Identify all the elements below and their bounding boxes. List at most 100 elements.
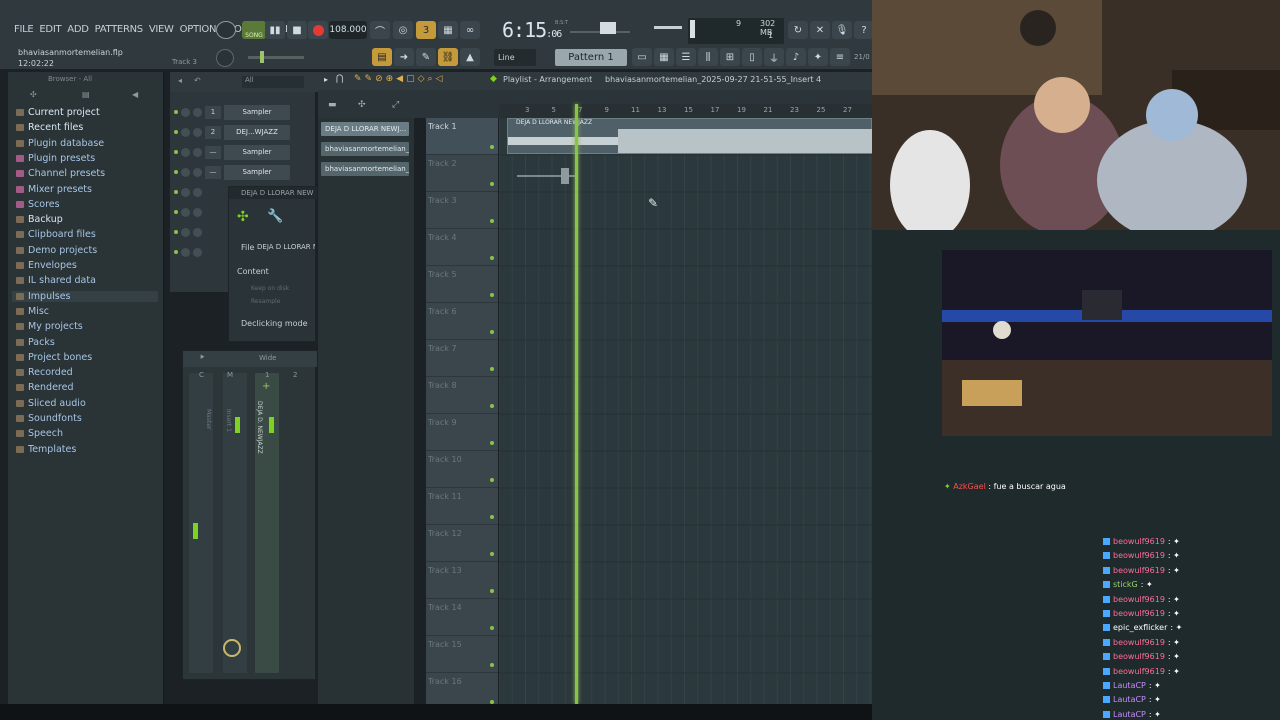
track-header[interactable]: Track 5 — [426, 266, 498, 303]
hint-icon[interactable] — [216, 21, 236, 39]
browser-item[interactable]: Plugin database — [16, 138, 104, 149]
track-header[interactable]: Track 11 — [426, 488, 498, 525]
track-header[interactable]: Track 14 — [426, 599, 498, 636]
track-mute-led[interactable] — [490, 330, 494, 334]
channel-row[interactable]: — Sampler — [174, 144, 290, 160]
stamp-icon[interactable]: ▲ — [460, 48, 480, 66]
browser-item[interactable]: Impulses — [12, 290, 158, 302]
playlist-arrow-icon[interactable]: ◆ — [490, 74, 497, 84]
track-mute-led[interactable] — [490, 219, 494, 223]
playlist-tools[interactable]: ✎✎⊘⊕◀▢◇⌕◁ — [354, 74, 445, 84]
browser-item[interactable]: Plugin presets — [16, 153, 95, 164]
channel-led[interactable] — [174, 210, 178, 214]
channel-row[interactable]: 1 Sampler — [174, 104, 290, 120]
track-mute-led[interactable] — [490, 478, 494, 482]
channel-led[interactable] — [174, 130, 178, 134]
track-header[interactable]: Track 7 — [426, 340, 498, 377]
track-mute-led[interactable] — [490, 515, 494, 519]
collapse-icon[interactable]: ✣ — [30, 90, 37, 99]
volume-knob[interactable] — [193, 107, 202, 117]
step-edit-icon[interactable]: ▦ — [438, 21, 458, 39]
undo-icon[interactable]: ↻ — [788, 21, 808, 39]
channel-row[interactable]: — Sampler — [174, 164, 290, 180]
channel-led[interactable] — [174, 190, 178, 194]
track-mute-led[interactable] — [490, 182, 494, 186]
volume-knob[interactable] — [193, 247, 202, 257]
close-project-icon[interactable]: ✕ — [810, 21, 830, 39]
channel-name-button[interactable]: Sampler — [224, 144, 290, 160]
list-icon[interactable]: ≡ — [830, 48, 850, 66]
pattern-item[interactable]: bhaviasanmortemelian_... — [321, 142, 409, 156]
mixer-track-number[interactable]: 2 — [205, 125, 221, 139]
tempo-display[interactable]: 108.000 — [329, 21, 367, 39]
channel-row[interactable]: 2 DEJ...WJAZZ — [174, 124, 290, 140]
track-header[interactable]: Track 15 — [426, 636, 498, 673]
track-header[interactable]: Track 4 — [426, 229, 498, 266]
volume-knob[interactable] — [193, 227, 202, 237]
browser-item[interactable]: Packs — [16, 337, 55, 348]
track-mute-led[interactable] — [490, 589, 494, 593]
track-mute-led[interactable] — [490, 256, 494, 260]
browser-item[interactable]: Misc — [16, 306, 49, 317]
browser-item[interactable]: Current project — [16, 107, 100, 118]
magnet-icon[interactable]: ⋂ — [336, 74, 343, 84]
keep-on-disk-option[interactable]: Keep on disk — [251, 285, 289, 292]
browser-item[interactable]: Recorded — [16, 367, 73, 378]
menu-item-edit[interactable]: EDIT — [39, 24, 61, 35]
file-icon[interactable]: ▤ — [82, 90, 90, 99]
pan-knob[interactable] — [181, 167, 190, 177]
pan-knob[interactable] — [181, 247, 190, 257]
song-position-clock[interactable]: 6:15:06 — [502, 18, 562, 42]
mixer-menu-icon[interactable]: ⯈ — [199, 353, 205, 363]
picker-add-icon[interactable]: ✣ — [358, 100, 366, 110]
browser-item[interactable]: Clipboard files — [16, 229, 96, 240]
track-mute-led[interactable] — [490, 663, 494, 667]
channel-row-empty[interactable] — [174, 224, 202, 240]
channel-row-empty[interactable] — [174, 244, 202, 260]
track-header[interactable]: Track 12 — [426, 525, 498, 562]
play-button[interactable]: ▮▮ — [265, 21, 285, 39]
playhead[interactable] — [575, 104, 578, 704]
learn-icon[interactable]: ✦ — [808, 48, 828, 66]
track-mute-led[interactable] — [490, 404, 494, 408]
track-mute-led[interactable] — [490, 626, 494, 630]
mixer-strip-insert1[interactable]: Insert 1 — [223, 373, 247, 673]
metronome-icon[interactable]: ⌒ — [370, 21, 390, 39]
playlist-view-icon[interactable]: ▤ — [372, 48, 392, 66]
song-mode-toggle[interactable]: SONG — [242, 21, 266, 39]
track-header[interactable]: Track 6 — [426, 303, 498, 340]
main-volume-slider[interactable] — [248, 51, 304, 63]
record-button[interactable] — [308, 21, 328, 39]
browser-item[interactable]: Templates — [16, 444, 76, 455]
track-header[interactable]: Track 10 — [426, 451, 498, 488]
mixer-strip-master[interactable]: Master — [189, 373, 213, 673]
volume-knob[interactable] — [193, 127, 202, 137]
volume-knob[interactable] — [193, 207, 202, 217]
pan-knob[interactable] — [181, 127, 190, 137]
track-mute-led[interactable] — [490, 552, 494, 556]
pan-knob[interactable] — [181, 207, 190, 217]
pattern-selector[interactable]: Pattern 1 — [555, 49, 627, 66]
volume-knob[interactable] — [193, 147, 202, 157]
pattern-item[interactable]: DEJA D LLORAR NEWJ... — [321, 122, 409, 136]
browser-item[interactable]: Demo projects — [16, 245, 97, 256]
view-channel-rack-icon[interactable]: ☰ — [676, 48, 696, 66]
track-header[interactable]: Track 2 — [426, 155, 498, 192]
browser-item[interactable]: Channel presets — [16, 168, 105, 179]
mixer-track-number[interactable]: 1 — [205, 105, 221, 119]
mixer-strip-insert2[interactable]: DEJA D. NEWJAZZ + — [255, 373, 279, 673]
track-header[interactable]: Track 3 — [426, 192, 498, 229]
track-mute-led[interactable] — [490, 441, 494, 445]
channel-row-empty[interactable] — [174, 204, 202, 220]
main-pitch-knob[interactable] — [216, 49, 234, 67]
menu-item-patterns[interactable]: PATTERNS — [95, 24, 144, 35]
resample-option[interactable]: Resample — [251, 298, 280, 305]
countdown-icon[interactable]: 3 — [416, 21, 436, 39]
browser-item[interactable]: Soundfonts — [16, 413, 82, 424]
microphone-icon[interactable]: 🎙 — [832, 21, 852, 39]
snap-selector[interactable]: Line — [494, 49, 536, 66]
rack-arrow-icon[interactable]: ◂ — [178, 76, 182, 85]
menu-item-view[interactable]: VIEW — [149, 24, 174, 35]
picker-curve-icon[interactable]: ⤢ — [392, 100, 399, 110]
plugin-picker-icon[interactable]: ⏚ — [764, 48, 784, 66]
